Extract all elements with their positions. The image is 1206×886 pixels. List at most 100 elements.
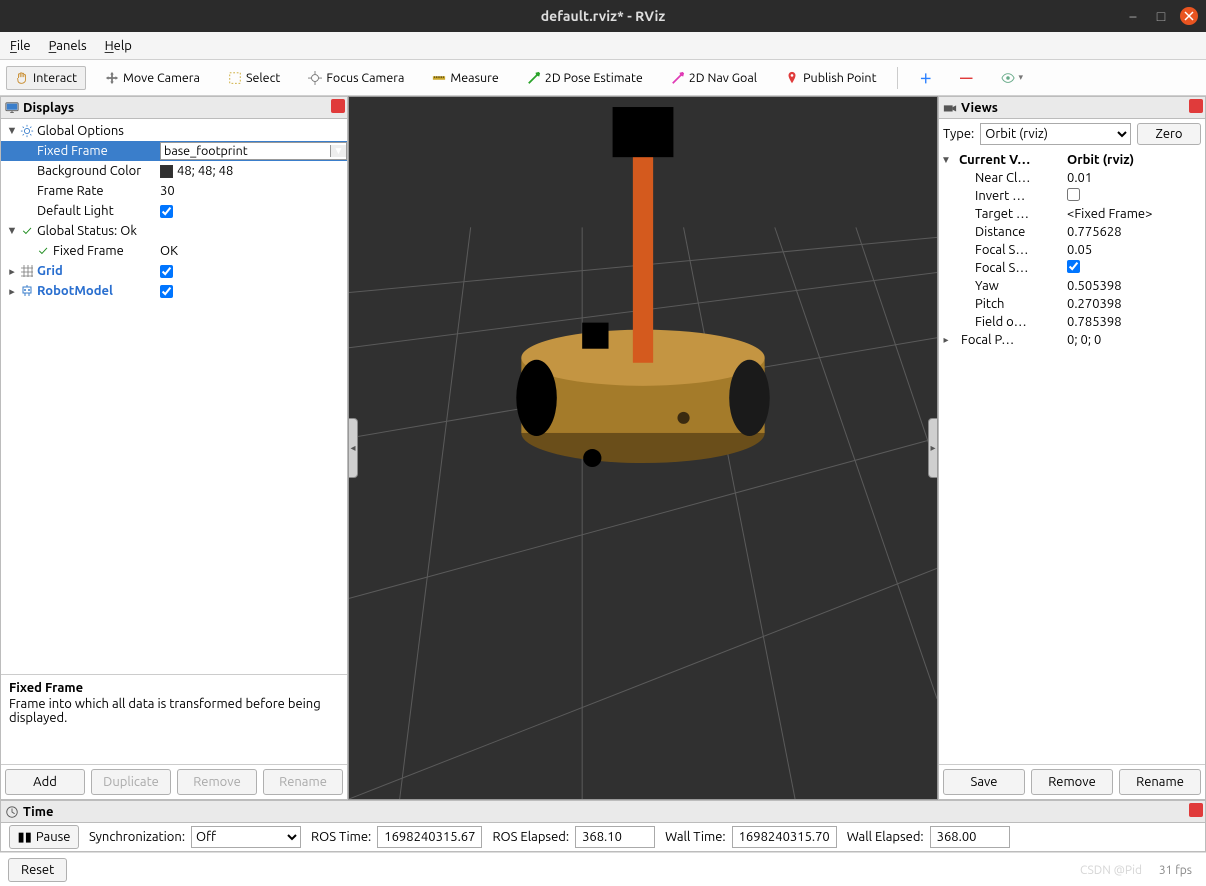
row-current-view[interactable]: ▼Current V…Orbit (rviz) [939, 151, 1205, 169]
add-button[interactable]: Add [5, 769, 85, 795]
tool-interact[interactable]: Interact [6, 66, 86, 90]
view-type-select[interactable]: Orbit (rviz) [980, 123, 1131, 145]
row-yaw[interactable]: Yaw0.505398 [939, 277, 1205, 295]
rename-button[interactable]: Rename [263, 769, 343, 795]
remove-button[interactable]: Remove [177, 769, 257, 795]
displays-help: Fixed Frame Frame into which all data is… [1, 674, 347, 764]
row-distance[interactable]: Distance0.775628 [939, 223, 1205, 241]
sync-select[interactable]: Off [191, 826, 301, 848]
chevron-down-icon[interactable]: ▼ [330, 145, 346, 157]
row-focal-shape-fixed[interactable]: Focal S… [939, 259, 1205, 277]
time-panel: Time ▮▮Pause Synchronization: Off ROS Ti… [0, 800, 1206, 852]
maximize-button[interactable]: □ [1152, 7, 1170, 25]
tool-remove[interactable]: — [951, 66, 982, 90]
fixed-frame-combo[interactable]: ▼ [160, 142, 347, 160]
tool-2d-pose-estimate[interactable]: 2D Pose Estimate [518, 66, 652, 90]
help-body: Frame into which all data is transformed… [9, 697, 339, 725]
row-global-status[interactable]: ▼ ✓ Global Status: Ok [1, 221, 347, 241]
tool-select[interactable]: Select [219, 66, 289, 90]
row-invert-z[interactable]: Invert … [939, 187, 1205, 205]
menu-panels[interactable]: Panels [49, 39, 87, 53]
time-panel-header[interactable]: Time [1, 801, 1205, 823]
row-pitch[interactable]: Pitch0.270398 [939, 295, 1205, 313]
clock-icon [5, 805, 19, 819]
row-robot-model[interactable]: ▸ RobotModel [1, 281, 347, 301]
wall-time-label: Wall Time: [665, 830, 726, 844]
views-panel-header[interactable]: Views [939, 97, 1205, 119]
row-fov[interactable]: Field o…0.785398 [939, 313, 1205, 331]
duplicate-button[interactable]: Duplicate [91, 769, 171, 795]
close-icon [1184, 11, 1194, 21]
window-titlebar: default.rviz* - RViz – □ [0, 0, 1206, 32]
arrow-green-icon [527, 71, 541, 85]
check-icon: ✓ [35, 244, 51, 258]
tool-publish-point[interactable]: Publish Point [776, 66, 885, 90]
fixed-frame-input[interactable] [161, 144, 330, 158]
toolbar: Interact Move Camera Select Focus Camera… [0, 60, 1206, 96]
tool-add[interactable]: ＋ [910, 63, 941, 92]
robot-model-checkbox[interactable] [160, 285, 173, 298]
grid-checkbox[interactable] [160, 265, 173, 278]
hand-icon [15, 71, 29, 85]
wall-elapsed-label: Wall Elapsed: [847, 830, 924, 844]
tool-visibility[interactable]: ▾ [992, 66, 1033, 90]
displays-close-button[interactable] [331, 99, 345, 113]
gear-icon [19, 124, 35, 138]
row-bg-color[interactable]: Background Color 48; 48; 48 [1, 161, 347, 181]
menu-help[interactable]: Help [105, 39, 132, 53]
sync-label: Synchronization: [89, 830, 185, 844]
wall-elapsed-value: 368.00 [930, 826, 1010, 848]
views-panel: Views Type: Orbit (rviz) Zero ▼Current V… [938, 96, 1206, 800]
zero-button[interactable]: Zero [1137, 123, 1201, 145]
row-near-clip[interactable]: Near Cl…0.01 [939, 169, 1205, 187]
pin-icon [785, 71, 799, 85]
save-button[interactable]: Save [943, 769, 1025, 795]
displays-tree[interactable]: ▼ Global Options Fixed Frame ▼ Backgroun… [1, 119, 347, 674]
window-title: default.rviz* - RViz [541, 8, 665, 24]
watermark-text: CSDN @Pid [1080, 864, 1142, 877]
row-grid[interactable]: ▸ Grid [1, 261, 347, 281]
displays-panel-header[interactable]: Displays [1, 97, 347, 119]
pause-button[interactable]: ▮▮Pause [9, 825, 79, 849]
help-title: Fixed Frame [9, 681, 339, 695]
default-light-checkbox[interactable] [160, 205, 173, 218]
row-status-fixed-frame[interactable]: ✓ Fixed Frame OK [1, 241, 347, 261]
views-rename-button[interactable]: Rename [1119, 769, 1201, 795]
time-close-button[interactable] [1189, 803, 1203, 817]
monitor-icon [5, 101, 19, 115]
3d-viewport[interactable]: ◂ ▸ [348, 96, 938, 800]
menu-file[interactable]: File [10, 39, 31, 53]
reset-button[interactable]: Reset [8, 858, 67, 882]
tool-2d-nav-goal[interactable]: 2D Nav Goal [662, 66, 766, 90]
tool-measure[interactable]: Measure [423, 66, 507, 90]
row-global-options[interactable]: ▼ Global Options [1, 121, 347, 141]
color-swatch [160, 165, 173, 178]
invert-checkbox[interactable] [1067, 188, 1080, 201]
views-remove-button[interactable]: Remove [1031, 769, 1113, 795]
pause-icon: ▮▮ [18, 830, 32, 845]
focal-fixed-checkbox[interactable] [1067, 260, 1080, 273]
left-collapse-handle[interactable]: ◂ [348, 418, 358, 478]
row-frame-rate[interactable]: Frame Rate 30 [1, 181, 347, 201]
row-focal-point[interactable]: ▸Focal P…0; 0; 0 [939, 331, 1205, 349]
close-button[interactable] [1180, 7, 1198, 25]
ros-time-label: ROS Time: [311, 830, 371, 844]
tool-focus-camera[interactable]: Focus Camera [299, 66, 413, 90]
views-tree[interactable]: ▼Current V…Orbit (rviz) Near Cl…0.01 Inv… [939, 149, 1205, 764]
wall-time-value: 1698240315.70 [732, 826, 837, 848]
ros-time-value: 1698240315.67 [377, 826, 482, 848]
views-type-row: Type: Orbit (rviz) Zero [939, 119, 1205, 149]
right-collapse-handle[interactable]: ▸ [928, 418, 938, 478]
type-label: Type: [943, 127, 974, 141]
plus-icon: ＋ [919, 68, 932, 87]
tool-move-camera[interactable]: Move Camera [96, 66, 209, 90]
minimize-button[interactable]: – [1124, 7, 1142, 25]
row-focal-shape-size[interactable]: Focal S…0.05 [939, 241, 1205, 259]
menubar: File Panels Help [0, 32, 1206, 60]
crosshair-icon [308, 71, 322, 85]
row-fixed-frame[interactable]: Fixed Frame ▼ [1, 141, 347, 161]
row-default-light[interactable]: Default Light [1, 201, 347, 221]
views-close-button[interactable] [1189, 99, 1203, 113]
row-target-frame[interactable]: Target …<Fixed Frame> [939, 205, 1205, 223]
ruler-icon [432, 71, 446, 85]
